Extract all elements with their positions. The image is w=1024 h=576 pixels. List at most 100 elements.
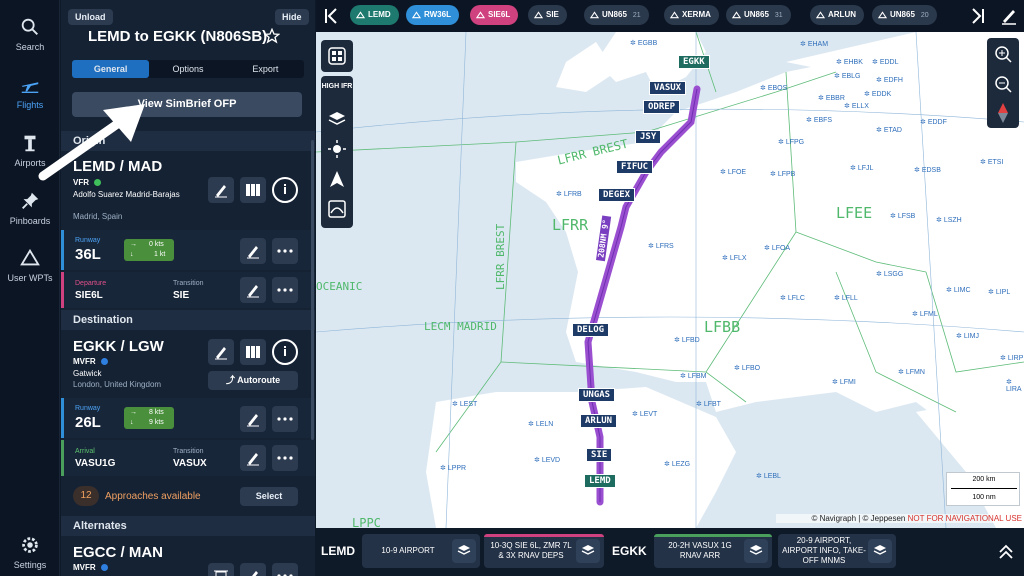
route-chip-un865[interactable]: UN865 20 xyxy=(872,5,937,25)
airport-lszh[interactable]: ✲ LSZH xyxy=(936,216,962,224)
route-chip-arlun[interactable]: ARLUN xyxy=(810,5,864,25)
select-approach-button[interactable]: Select xyxy=(240,487,298,506)
airport-etsi[interactable]: ✲ ETSI xyxy=(980,158,1003,166)
origin-charts-button[interactable] xyxy=(240,177,266,203)
airport-lfml[interactable]: ✲ LFML xyxy=(912,310,938,318)
terrain-icon[interactable] xyxy=(328,200,346,218)
destination-runway-more-button[interactable] xyxy=(272,406,298,432)
route-chip-rw36l[interactable]: RW36L xyxy=(406,5,459,25)
airport-lfpb[interactable]: ✲ LFPB xyxy=(770,170,795,178)
hide-button[interactable]: Hide xyxy=(275,9,309,25)
tab-options[interactable]: Options xyxy=(149,60,226,78)
map-view[interactable]: LFRR BREST LFRR BREST LFRR LFEE LFBB LECM MAD… xyxy=(316,32,1024,528)
airport-lfmi[interactable]: ✲ LFMI xyxy=(832,378,856,386)
edit-route-icon[interactable] xyxy=(1000,7,1018,25)
airport-ebbr[interactable]: ✲ EBBR xyxy=(818,94,845,102)
edit-origin-runway-button[interactable] xyxy=(240,238,266,264)
airport-lfbo[interactable]: ✲ LFBO xyxy=(734,364,760,372)
origin-runway-more-button[interactable] xyxy=(272,238,298,264)
airport-limj[interactable]: ✲ LIMJ xyxy=(956,332,979,340)
nav-pinboards[interactable]: Pinboards xyxy=(0,184,60,234)
airport-eham[interactable]: ✲ EHAM xyxy=(800,40,828,48)
airport-ellx[interactable]: ✲ ELLX xyxy=(844,102,869,110)
fix-delog[interactable]: DELOG xyxy=(572,323,610,337)
airport-lezg[interactable]: ✲ LEZG xyxy=(664,460,690,468)
airport-eddk[interactable]: ✲ EDDK xyxy=(864,90,891,98)
airport-etad[interactable]: ✲ ETAD xyxy=(876,126,902,134)
north-up-icon[interactable] xyxy=(328,170,346,188)
airport-lppr[interactable]: ✲ LPPR xyxy=(440,464,466,472)
edit-departure-button[interactable] xyxy=(240,277,266,303)
collapse-left-icon[interactable] xyxy=(324,8,338,24)
tab-general[interactable]: General xyxy=(72,60,150,78)
compass-icon[interactable] xyxy=(996,102,1010,124)
airport-lfsb[interactable]: ✲ LFSB xyxy=(890,212,915,220)
airport-eddl[interactable]: ✲ EDDL xyxy=(872,58,899,66)
nav-settings[interactable]: Settings xyxy=(0,528,60,576)
fix-arlun[interactable]: ARLUN xyxy=(580,414,618,428)
collapse-right-icon[interactable] xyxy=(971,8,985,24)
fix-vasux[interactable]: VASUX xyxy=(649,81,687,95)
edit-arrival-button[interactable] xyxy=(240,445,266,471)
autoroute-button[interactable]: ⤴ Autoroute xyxy=(208,371,298,390)
edit-origin-button[interactable] xyxy=(208,177,234,203)
airport-lfpg[interactable]: ✲ LFPG xyxy=(778,138,804,146)
chart-layers-button[interactable] xyxy=(868,539,892,563)
airport-lfrb[interactable]: ✲ LFRB xyxy=(556,190,582,198)
airport-lflc[interactable]: ✲ LFLC xyxy=(780,294,805,302)
airport-leln[interactable]: ✲ LELN xyxy=(528,420,553,428)
fix-lemd[interactable]: LEMD xyxy=(584,474,616,488)
chart-layers-button[interactable] xyxy=(744,539,768,563)
airport-lflx[interactable]: ✲ LFLX xyxy=(722,254,747,262)
airport-lfbm[interactable]: ✲ LFBM xyxy=(680,372,706,380)
nav-search[interactable]: Search xyxy=(0,10,60,60)
airport-lest[interactable]: ✲ LEST xyxy=(452,400,477,408)
high-ifr-toggle[interactable]: HIGH IFR xyxy=(321,82,353,91)
route-chip-lemd[interactable]: LEMD xyxy=(350,5,399,25)
fix-egkk[interactable]: EGKK xyxy=(678,55,710,69)
nav-user-wpts[interactable]: User WPTs xyxy=(0,241,60,291)
tab-export[interactable]: Export xyxy=(227,60,304,78)
airport-lfjl[interactable]: ✲ LFJL xyxy=(850,164,873,172)
airport-edfh[interactable]: ✲ EDFH xyxy=(876,76,903,84)
chart-card-departure[interactable]: 10-3Q SIE 6L, ZMR 7L & 3X RNAV DEPS xyxy=(484,534,604,568)
origin-info-button[interactable] xyxy=(272,177,298,203)
airport-levt[interactable]: ✲ LEVT xyxy=(632,410,657,418)
destination-info-button[interactable] xyxy=(272,339,298,365)
bottom-dest-code[interactable]: EGKK xyxy=(612,544,647,558)
chart-card-dest-airport[interactable]: 20-9 AIRPORT, AIRPORT INFO, TAKE-OFF MNM… xyxy=(778,534,896,568)
panel-scrollbar[interactable] xyxy=(311,140,314,440)
edit-alternate-button[interactable] xyxy=(240,563,266,576)
airport-levd[interactable]: ✲ LEVD xyxy=(534,456,560,464)
airport-lipl[interactable]: ✲ LIPL xyxy=(988,288,1010,296)
route-chip-un865[interactable]: UN865 21 xyxy=(584,5,649,25)
airport-ebfs[interactable]: ✲ EBFS xyxy=(806,116,832,124)
chart-layers-button[interactable] xyxy=(452,539,476,563)
brightness-icon[interactable] xyxy=(328,140,346,158)
airport-lebl[interactable]: ✲ LEBL xyxy=(756,472,781,480)
alternate-more-button[interactable] xyxy=(272,563,298,576)
chart-card-arrival[interactable]: 20-2H VASUX 1G RNAV ARR xyxy=(654,534,772,568)
fix-fifuc[interactable]: FIFUC xyxy=(616,160,654,174)
airport-lsgg[interactable]: ✲ LSGG xyxy=(876,270,903,278)
expand-up-icon[interactable] xyxy=(998,544,1014,560)
route-chip-xerma[interactable]: XERMA xyxy=(664,5,719,25)
airport-ehbk[interactable]: ✲ EHBK xyxy=(836,58,863,66)
fix-jsy[interactable]: JSY xyxy=(635,130,662,144)
route-chip-sie[interactable]: SIE xyxy=(528,5,567,25)
airport-lfoe[interactable]: ✲ LFOE xyxy=(720,168,746,176)
edit-destination-button[interactable] xyxy=(208,339,234,365)
airport-lfoa[interactable]: ✲ LFOA xyxy=(764,244,790,252)
zoom-out-icon[interactable] xyxy=(993,74,1013,94)
route-chip-un865[interactable]: UN865 31 xyxy=(726,5,791,25)
edit-destination-runway-button[interactable] xyxy=(240,406,266,432)
map-layers-grid-button[interactable] xyxy=(321,40,353,72)
airport-eblg[interactable]: ✲ EBLG xyxy=(834,72,861,80)
unload-button[interactable]: Unload xyxy=(68,9,113,25)
chart-layers-button[interactable] xyxy=(576,539,600,563)
airport-lfmn[interactable]: ✲ LFMN xyxy=(898,368,925,376)
route-chip-sie6l[interactable]: SIE6L xyxy=(470,5,519,25)
airport-ebos[interactable]: ✲ EBOS xyxy=(760,84,787,92)
departure-more-button[interactable] xyxy=(272,277,298,303)
airport-lfbt[interactable]: ✲ LFBT xyxy=(696,400,721,408)
